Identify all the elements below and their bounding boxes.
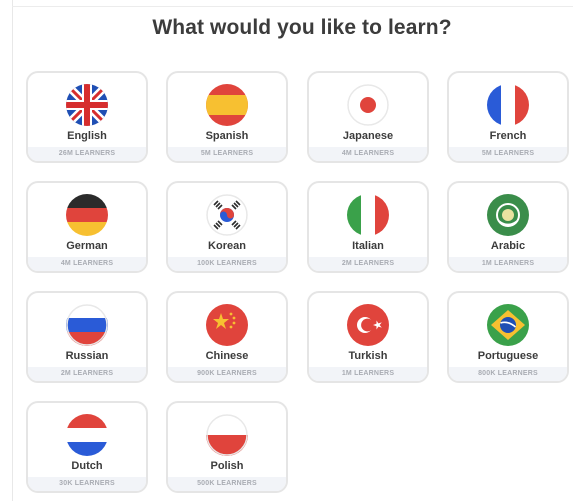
page-border-left — [12, 0, 13, 501]
language-name: French — [489, 130, 527, 142]
language-name: Arabic — [490, 240, 526, 252]
language-card-arabic[interactable]: Arabic 1M LEARNERS — [447, 181, 569, 273]
language-name: Turkish — [348, 350, 388, 362]
learner-count: 1M LEARNERS — [309, 367, 427, 381]
spain-flag-icon — [206, 84, 248, 126]
language-card-spanish[interactable]: Spanish 5M LEARNERS — [166, 71, 288, 163]
learner-count: 2M LEARNERS — [28, 367, 146, 381]
language-card-italian[interactable]: Italian 2M LEARNERS — [307, 181, 429, 273]
france-flag-icon — [487, 84, 529, 126]
language-card-german[interactable]: German 4M LEARNERS — [26, 181, 148, 273]
language-name: Portuguese — [477, 350, 539, 362]
language-card-korean[interactable]: Korean 100K LEARNERS — [166, 181, 288, 273]
language-name: Spanish — [205, 130, 249, 142]
language-card-portuguese[interactable]: Portuguese 800K LEARNERS — [447, 291, 569, 383]
language-name: Japanese — [342, 130, 394, 142]
language-card-polish[interactable]: Polish 500K LEARNERS — [166, 401, 288, 493]
learner-count: 100K LEARNERS — [168, 257, 286, 271]
learner-count: 4M LEARNERS — [309, 147, 427, 161]
learner-count: 1M LEARNERS — [449, 257, 567, 271]
language-card-russian[interactable]: Russian 2M LEARNERS — [26, 291, 148, 383]
germany-flag-icon — [66, 194, 108, 236]
learner-count: 800K LEARNERS — [449, 367, 567, 381]
learner-count: 26M LEARNERS — [28, 147, 146, 161]
china-flag-icon — [206, 304, 248, 346]
learner-count: 5M LEARNERS — [168, 147, 286, 161]
arab-league-flag-icon — [487, 194, 529, 236]
russia-flag-icon — [66, 304, 108, 346]
page-border-top — [12, 6, 573, 7]
learner-count: 900K LEARNERS — [168, 367, 286, 381]
korea-flag-icon — [206, 194, 248, 236]
language-name: Chinese — [205, 350, 249, 362]
netherlands-flag-icon — [66, 414, 108, 456]
italy-flag-icon — [347, 194, 389, 236]
learner-count: 5M LEARNERS — [449, 147, 567, 161]
language-name: Korean — [208, 240, 246, 252]
uk-flag-icon — [66, 84, 108, 126]
learner-count: 2M LEARNERS — [309, 257, 427, 271]
language-card-turkish[interactable]: Turkish 1M LEARNERS — [307, 291, 429, 383]
language-card-french[interactable]: French 5M LEARNERS — [447, 71, 569, 163]
poland-flag-icon — [206, 414, 248, 456]
language-card-dutch[interactable]: Dutch 30K LEARNERS — [26, 401, 148, 493]
learner-count: 500K LEARNERS — [168, 477, 286, 491]
brazil-flag-icon — [487, 304, 529, 346]
language-name: Polish — [210, 460, 244, 472]
language-card-japanese[interactable]: Japanese 4M LEARNERS — [307, 71, 429, 163]
language-card-english[interactable]: English 26M LEARNERS — [26, 71, 148, 163]
learner-count: 30K LEARNERS — [28, 477, 146, 491]
language-name: Russian — [65, 350, 109, 362]
language-name: Dutch — [71, 460, 103, 472]
page-title: What would you like to learn? — [152, 16, 452, 39]
japan-flag-icon — [347, 84, 389, 126]
language-grid: English 26M LEARNERS Spanish 5M LEARNERS… — [26, 71, 573, 501]
language-name: English — [67, 130, 107, 142]
learner-count: 4M LEARNERS — [28, 257, 146, 271]
language-name: Italian — [352, 240, 384, 252]
language-card-chinese[interactable]: Chinese 900K LEARNERS — [166, 291, 288, 383]
turkey-flag-icon — [347, 304, 389, 346]
language-name: German — [66, 240, 108, 252]
